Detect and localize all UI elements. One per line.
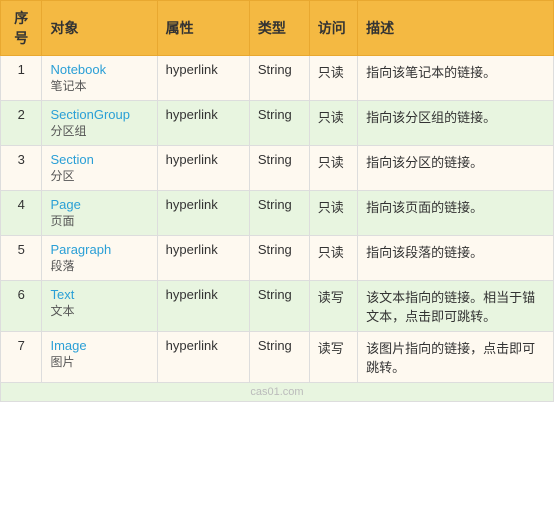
- cell-obj: SectionGroup分区组: [42, 101, 157, 146]
- obj-sub-name: 段落: [50, 257, 148, 274]
- cell-seq: 6: [1, 281, 42, 332]
- cell-type: String: [249, 146, 309, 191]
- table-row: 5Paragraph段落hyperlinkString只读指向该段落的链接。: [1, 236, 554, 281]
- header-attr: 属性: [157, 1, 249, 56]
- data-table: 序号 对象 属性 类型 访问 描述 1Notebook笔记本hyperlinkS…: [0, 0, 554, 402]
- cell-desc: 指向该笔记本的链接。: [358, 56, 554, 101]
- header-obj: 对象: [42, 1, 157, 56]
- cell-type: String: [249, 236, 309, 281]
- table-row: 7Image图片hyperlinkString读写该图片指向的链接，点击即可跳转…: [1, 332, 554, 383]
- cell-access: 只读: [309, 236, 357, 281]
- table-row: 2SectionGroup分区组hyperlinkString只读指向该分区组的…: [1, 101, 554, 146]
- cell-obj: Image图片: [42, 332, 157, 383]
- cell-access: 只读: [309, 191, 357, 236]
- header-access: 访问: [309, 1, 357, 56]
- cell-obj: Notebook笔记本: [42, 56, 157, 101]
- cell-access: 只读: [309, 101, 357, 146]
- cell-type: String: [249, 332, 309, 383]
- cell-seq: 3: [1, 146, 42, 191]
- table-row: 6Text文本hyperlinkString读写该文本指向的链接。相当于锚文本，…: [1, 281, 554, 332]
- obj-main-name: Page: [50, 197, 148, 212]
- obj-main-name: Paragraph: [50, 242, 148, 257]
- cell-type: String: [249, 191, 309, 236]
- cell-attr: hyperlink: [157, 281, 249, 332]
- cell-desc: 指向该分区组的链接。: [358, 101, 554, 146]
- obj-sub-name: 分区: [50, 167, 148, 184]
- cell-type: String: [249, 101, 309, 146]
- cell-seq: 4: [1, 191, 42, 236]
- header-desc: 描述: [358, 1, 554, 56]
- table-row: 4Page页面hyperlinkString只读指向该页面的链接。: [1, 191, 554, 236]
- cell-seq: 5: [1, 236, 42, 281]
- cell-access: 读写: [309, 332, 357, 383]
- cell-type: String: [249, 56, 309, 101]
- cell-access: 读写: [309, 281, 357, 332]
- cell-seq: 7: [1, 332, 42, 383]
- obj-sub-name: 笔记本: [50, 77, 148, 94]
- cell-attr: hyperlink: [157, 191, 249, 236]
- cell-attr: hyperlink: [157, 101, 249, 146]
- header-seq: 序号: [1, 1, 42, 56]
- cell-desc: 指向该段落的链接。: [358, 236, 554, 281]
- cell-seq: 1: [1, 56, 42, 101]
- cell-attr: hyperlink: [157, 236, 249, 281]
- table-row: 1Notebook笔记本hyperlinkString只读指向该笔记本的链接。: [1, 56, 554, 101]
- header-type: 类型: [249, 1, 309, 56]
- cell-attr: hyperlink: [157, 332, 249, 383]
- obj-main-name: Text: [50, 287, 148, 302]
- cell-obj: Paragraph段落: [42, 236, 157, 281]
- cell-desc: 指向该页面的链接。: [358, 191, 554, 236]
- obj-main-name: SectionGroup: [50, 107, 148, 122]
- cell-desc: 该图片指向的链接，点击即可跳转。: [358, 332, 554, 383]
- cell-access: 只读: [309, 146, 357, 191]
- cell-attr: hyperlink: [157, 56, 249, 101]
- cell-desc: 该文本指向的链接。相当于锚文本，点击即可跳转。: [358, 281, 554, 332]
- obj-sub-name: 页面: [50, 212, 148, 229]
- obj-main-name: Image: [50, 338, 148, 353]
- cell-desc: 指向该分区的链接。: [358, 146, 554, 191]
- cell-obj: Text文本: [42, 281, 157, 332]
- obj-sub-name: 图片: [50, 353, 148, 370]
- watermark-row: cas01.com: [1, 383, 554, 402]
- obj-main-name: Section: [50, 152, 148, 167]
- cell-obj: Page页面: [42, 191, 157, 236]
- cell-attr: hyperlink: [157, 146, 249, 191]
- cell-seq: 2: [1, 101, 42, 146]
- obj-sub-name: 分区组: [50, 122, 148, 139]
- cell-type: String: [249, 281, 309, 332]
- obj-main-name: Notebook: [50, 62, 148, 77]
- cell-obj: Section分区: [42, 146, 157, 191]
- table-header-row: 序号 对象 属性 类型 访问 描述: [1, 1, 554, 56]
- watermark-cell: cas01.com: [1, 383, 554, 402]
- main-table-container: 序号 对象 属性 类型 访问 描述 1Notebook笔记本hyperlinkS…: [0, 0, 554, 402]
- obj-sub-name: 文本: [50, 302, 148, 319]
- cell-access: 只读: [309, 56, 357, 101]
- table-row: 3Section分区hyperlinkString只读指向该分区的链接。: [1, 146, 554, 191]
